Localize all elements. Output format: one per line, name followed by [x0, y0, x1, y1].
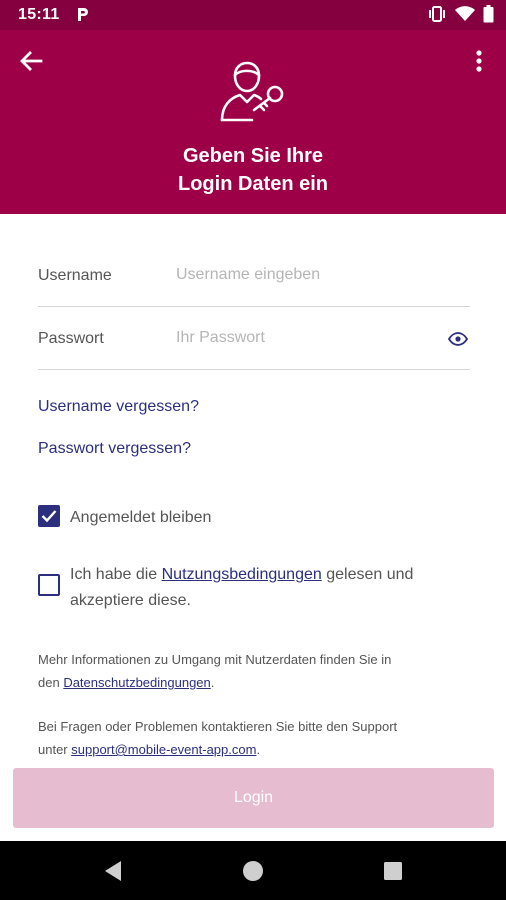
system-nav-bar — [0, 841, 506, 900]
vibrate-icon — [429, 6, 445, 22]
login-button[interactable]: Login — [13, 768, 494, 828]
support-email-link[interactable]: support@mobile-event-app.com — [71, 742, 256, 757]
terms-line2: akzeptiere diese. — [70, 592, 191, 609]
back-button[interactable] — [14, 46, 48, 76]
home-circle-icon — [243, 861, 263, 881]
username-label: Username — [38, 267, 112, 284]
terms-link[interactable]: Nutzungsbedingungen — [162, 566, 322, 583]
page-title: Geben Sie Ihre Login Daten ein — [0, 142, 506, 198]
more-vert-icon — [476, 50, 482, 72]
stay-logged-in-row: Angemeldet bleiben — [38, 505, 211, 531]
terms-label: Ich habe die Nutzungsbedingungen gelesen… — [70, 562, 413, 614]
battery-icon — [483, 5, 494, 23]
privacy-info: Mehr Informationen zu Umgang mit Nutzerd… — [38, 648, 470, 694]
terms-prefix: Ich habe die — [70, 566, 162, 583]
wifi-icon — [455, 6, 475, 21]
status-icons — [427, 5, 494, 23]
terms-row: Ich habe die Nutzungsbedingungen gelesen… — [38, 562, 413, 614]
support-info-prefix: unter — [38, 742, 72, 757]
header: Geben Sie Ihre Login Daten ein — [0, 30, 506, 214]
status-time: 15:11 — [18, 6, 60, 23]
privacy-info-line1: Mehr Informationen zu Umgang mit Nutzerd… — [38, 652, 392, 667]
password-label: Passwort — [38, 330, 104, 347]
nav-home-button[interactable] — [240, 858, 266, 884]
forgot-username-link[interactable]: Username vergessen? — [38, 398, 199, 416]
support-info-suffix: . — [256, 742, 261, 757]
back-triangle-icon — [105, 861, 121, 881]
more-menu-button[interactable] — [472, 48, 486, 74]
terms-suffix: gelesen und — [321, 566, 414, 583]
stay-logged-in-checkbox[interactable] — [38, 505, 60, 527]
show-password-eye-icon[interactable] — [448, 331, 468, 347]
support-info-line1: Bei Fragen oder Problemen kontaktieren S… — [38, 719, 398, 734]
page-title-line1: Geben Sie Ihre — [182, 145, 324, 167]
password-input[interactable] — [176, 322, 436, 354]
nav-recents-button[interactable] — [380, 858, 406, 884]
forgot-password-link[interactable]: Passwort vergessen? — [38, 440, 191, 458]
recents-square-icon — [384, 862, 402, 880]
privacy-info-prefix: den — [38, 675, 64, 690]
terms-checkbox[interactable] — [38, 574, 60, 596]
privacy-link[interactable]: Datenschutzbedingungen — [63, 675, 210, 690]
username-input[interactable] — [176, 259, 436, 291]
password-row: Passwort — [38, 308, 470, 370]
user-key-icon — [220, 61, 284, 122]
username-row: Username — [38, 245, 470, 307]
checkmark-icon — [41, 510, 57, 523]
stay-logged-in-label: Angemeldet bleiben — [70, 509, 212, 526]
status-bar: 15:11 — [0, 0, 506, 30]
privacy-info-suffix: . — [210, 675, 215, 690]
parking-icon — [78, 8, 88, 21]
page-title-line2: Login Daten ein — [178, 173, 328, 195]
support-info: Bei Fragen oder Problemen kontaktieren S… — [38, 715, 470, 761]
back-arrow-icon — [20, 51, 43, 71]
nav-back-button[interactable] — [100, 858, 126, 884]
